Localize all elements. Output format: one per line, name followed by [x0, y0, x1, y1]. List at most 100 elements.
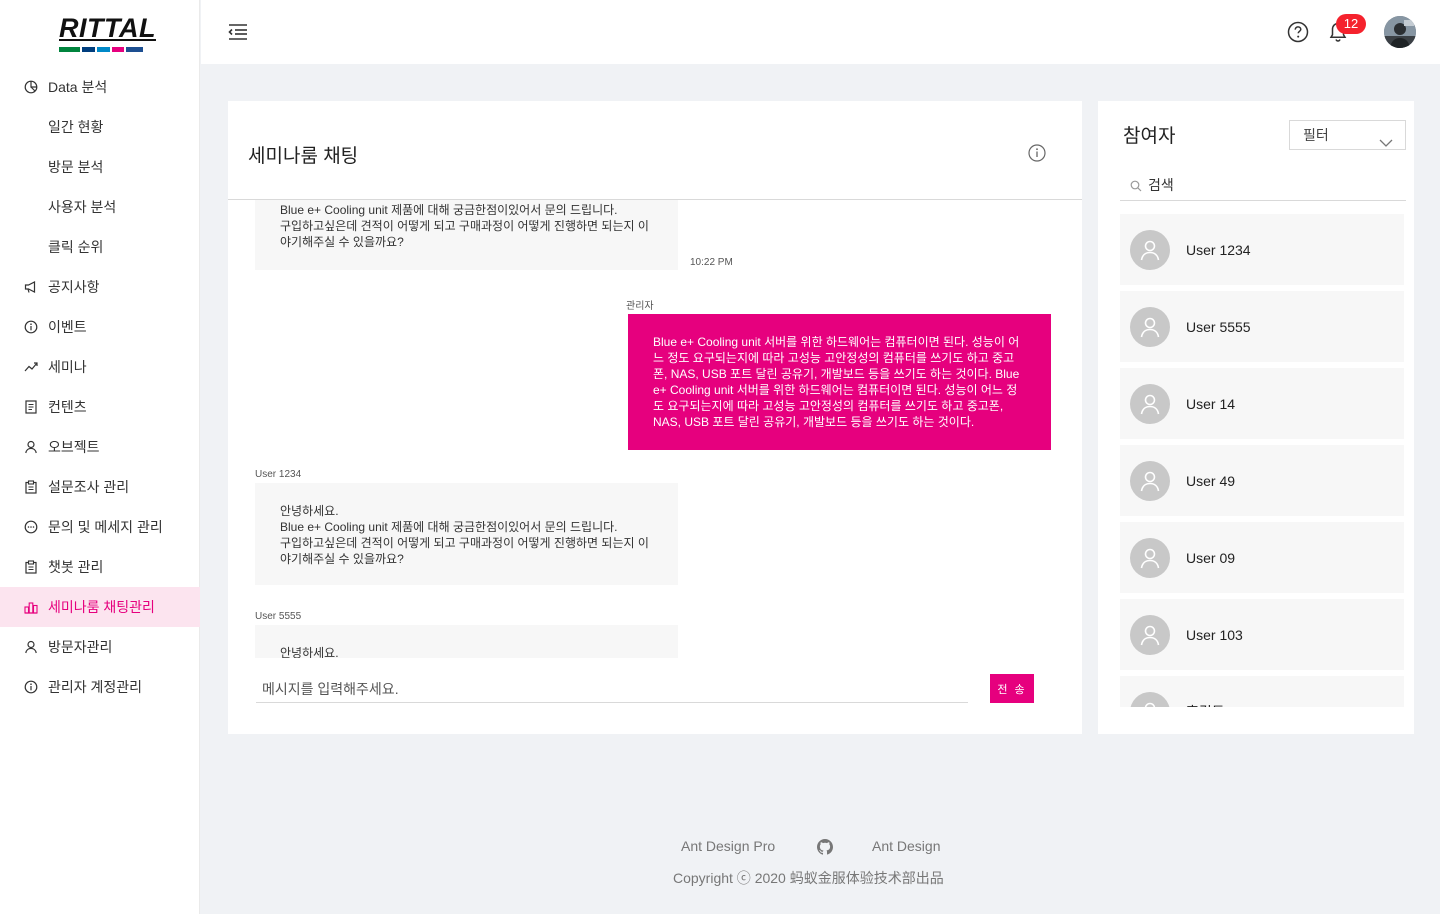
footer-links: Ant Design Pro Ant Design: [681, 838, 951, 858]
line-chart-icon: [24, 360, 38, 374]
team-icon: [24, 600, 38, 614]
sidebar-item-label: 챗봇 관리: [48, 559, 104, 575]
megaphone-icon: [24, 280, 38, 294]
message-line: 안녕하세요.: [280, 646, 339, 658]
question-circle-icon[interactable]: [1287, 21, 1309, 43]
message-sender: User 5555: [255, 611, 302, 622]
message-bubble: 안녕하세요.: [255, 625, 678, 658]
sidebar-item-label: 사용자 분석: [48, 199, 117, 215]
sidebar: RITTAL Data 분석일간 현황방문 분석사용자 분석클릭 순위공지사항 이…: [0, 0, 200, 914]
sidebar-item[interactable]: 사용자 분석: [0, 187, 200, 227]
github-icon[interactable]: [817, 839, 833, 855]
participant-list[interactable]: User 1234 User 5555 User 14 User 49 User 09 U…: [1120, 214, 1404, 707]
clipboard-icon: [24, 480, 38, 494]
participant-item[interactable]: User 49: [1120, 445, 1404, 516]
participant-name: User 103: [1186, 626, 1243, 643]
sidebar-item[interactable]: 일간 현황: [0, 107, 200, 147]
file-text-icon: [24, 400, 38, 414]
menu-fold-icon[interactable]: [227, 21, 249, 43]
message-sender: 관리자: [626, 301, 654, 312]
sidebar-item[interactable]: 관리자 계정관리: [0, 667, 200, 707]
participant-item[interactable]: User 103: [1120, 599, 1404, 670]
user-icon: [24, 640, 38, 654]
sidebar-item[interactable]: 컨텐츠: [0, 387, 200, 427]
user-avatar-icon: [1130, 383, 1170, 424]
chat-title: 세미나룸 채팅: [248, 146, 359, 167]
message-line: Blue e+ Cooling unit 제품에 대해 궁금한점이있어서 문의 …: [280, 203, 618, 217]
logo-text: RITTAL: [59, 13, 156, 43]
sidebar-item-label: 세미나룸 채팅관리: [48, 599, 155, 615]
sidebar-item[interactable]: 세미나: [0, 347, 200, 387]
sidebar-item[interactable]: 문의 및 메세지 관리: [0, 507, 200, 547]
user-avatar-icon: [1130, 229, 1170, 270]
sidebar-item-label: 방문 분석: [48, 159, 104, 175]
message-time: 10:22 PM: [690, 257, 733, 268]
message-line: e+ Cooling unit 서버를 위한 하드웨어는 컴퓨터이면 된다. 성…: [653, 383, 1018, 397]
sidebar-item[interactable]: 이벤트: [0, 307, 200, 347]
message-bubble-admin: Blue e+ Cooling unit 서버를 위한 하드웨어는 컴퓨터이면 …: [628, 314, 1051, 450]
sidebar-item[interactable]: 방문 분석: [0, 147, 200, 187]
sidebar-item[interactable]: Data 분석: [0, 67, 200, 107]
sidebar-item-label: Data 분석: [48, 79, 108, 95]
sidebar-item[interactable]: 챗봇 관리: [0, 547, 200, 587]
participant-name: User 14: [1186, 395, 1236, 412]
message-line: 구입하고싶은데 견적이 어떻게 되고 구매과정이 어떻게 진행하면 되는지 이: [280, 219, 649, 233]
participant-search: [1120, 171, 1406, 201]
user-avatar-icon: [1130, 460, 1170, 501]
participant-item[interactable]: User 1234: [1120, 214, 1404, 285]
participant-name: User 09: [1186, 549, 1236, 566]
participant-item[interactable]: User 09: [1120, 522, 1404, 593]
copyright: Copyright ⓒ 2020 蚂蚁金服体验技术部出品: [673, 870, 944, 886]
sidebar-item[interactable]: 오브젝트: [0, 427, 200, 467]
sidebar-item[interactable]: 세미나룸 채팅관리: [0, 587, 200, 627]
filter-label: 필터: [1303, 127, 1329, 143]
message-line: 도 요구되는지에 따라 고성능 고안정성의 컴퓨터를 쓰기도 하고 중고폰,: [653, 399, 1004, 413]
user-icon: [24, 440, 38, 454]
user-avatar-icon: [1130, 691, 1170, 707]
sidebar-item[interactable]: 공지사항: [0, 267, 200, 307]
sidebar-item-label: 관리자 계정관리: [48, 679, 143, 695]
participant-item[interactable]: User 14: [1120, 368, 1404, 439]
search-icon: [1130, 179, 1142, 192]
filter-select[interactable]: 필터: [1289, 120, 1406, 150]
info-circle-icon: [24, 320, 38, 334]
footer-link-ant-design-pro[interactable]: Ant Design Pro: [681, 838, 775, 854]
rittal-logo[interactable]: RITTAL: [59, 13, 156, 56]
user-avatar[interactable]: [1384, 16, 1416, 48]
message-line: Blue e+ Cooling unit 제품에 대해 궁금한점이있어서 문의 …: [280, 520, 618, 534]
participants-title: 참여자: [1123, 126, 1176, 147]
footer-link-ant-design[interactable]: Ant Design: [872, 838, 940, 854]
message-input[interactable]: [256, 675, 968, 703]
participant-name: User 5555: [1186, 318, 1251, 335]
participant-name: User 49: [1186, 472, 1236, 489]
sidebar-item[interactable]: 방문자관리: [0, 627, 200, 667]
sidebar-item-label: 세미나: [48, 359, 87, 375]
message-line: 구입하고싶은데 견적이 어떻게 되고 구매과정이 어떻게 진행하면 되는지 이: [280, 536, 649, 550]
message-line: 느 정도 요구되는지에 따라 고성능 고안정성의 컴퓨터를 쓰기도 하고 중고: [653, 351, 1015, 365]
sidebar-item-label: 컨텐츠: [48, 399, 87, 415]
sidebar-item[interactable]: 설문조사 관리: [0, 467, 200, 507]
sidebar-item-label: 클릭 순위: [48, 239, 104, 255]
message-line: NAS, USB 포트 달린 공유기, 개발보드 등을 쓰기도 하는 것이다.: [653, 415, 975, 429]
message-line: Blue e+ Cooling unit 서버를 위한 하드웨어는 컴퓨터이면 …: [653, 335, 1020, 349]
search-input[interactable]: [1148, 174, 1398, 196]
notification-badge: 12: [1336, 14, 1366, 34]
participant-item[interactable]: User 5555: [1120, 291, 1404, 362]
sidebar-item[interactable]: 클릭 순위: [0, 227, 200, 267]
participant-item[interactable]: 홍길동: [1120, 676, 1404, 707]
message-list[interactable]: Blue e+ Cooling unit 제품에 대해 궁금한점이있어서 문의 …: [228, 200, 1082, 658]
header-bar: 12: [201, 0, 1440, 64]
message-bubble: Blue e+ Cooling unit 제품에 대해 궁금한점이있어서 문의 …: [255, 200, 678, 270]
message-line: 야기해주실 수 있을까요?: [280, 235, 404, 249]
send-button[interactable]: 전 송: [990, 674, 1034, 703]
chat-panel: 세미나룸 채팅 Blue e+ Cooling unit 제품에 대해 궁금한점…: [228, 101, 1082, 734]
participant-name: 홍길동: [1186, 702, 1225, 708]
info-circle-icon[interactable]: [1028, 144, 1046, 162]
message-line: 야기해주실 수 있을까요?: [280, 552, 404, 566]
sidebar-item-label: 문의 및 메세지 관리: [48, 519, 163, 535]
sidebar-menu: Data 분석일간 현황방문 분석사용자 분석클릭 순위공지사항 이벤트세미나컨텐…: [0, 67, 200, 707]
message-sender: User 1234: [255, 469, 302, 480]
info-circle-icon: [24, 680, 38, 694]
sidebar-item-label: 방문자관리: [48, 639, 113, 655]
message-line: 안녕하세요.: [280, 504, 339, 518]
